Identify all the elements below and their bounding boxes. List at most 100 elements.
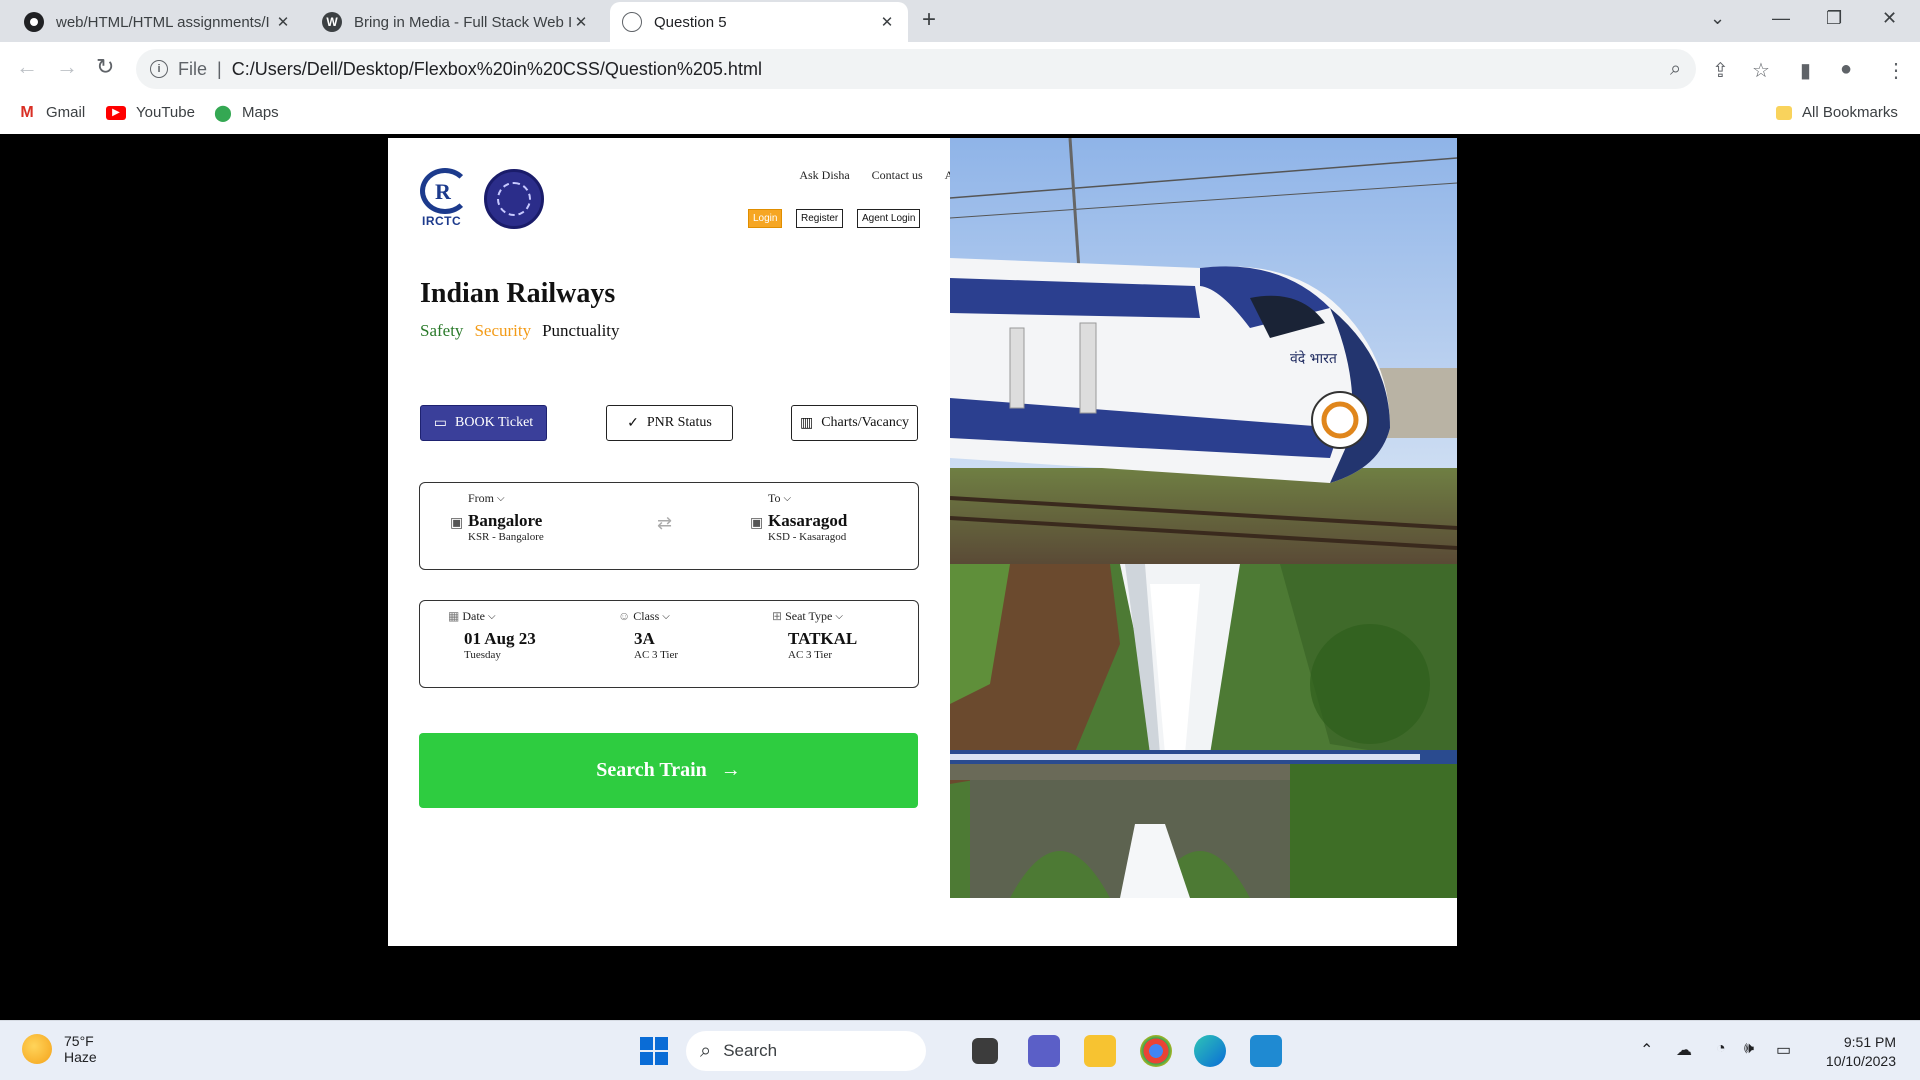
tab-github[interactable]: web/HTML/HTML assignments/I ✕ xyxy=(12,2,304,42)
bookmark-star-icon[interactable]: ☆ xyxy=(1752,58,1770,83)
clock-date: 10/10/2023 xyxy=(1825,1053,1896,1069)
chevron-up-icon[interactable]: ⌃ xyxy=(1640,1040,1653,1060)
maps-icon: ⬤ xyxy=(214,104,232,122)
share-icon[interactable]: ⇪ xyxy=(1712,58,1729,83)
vscode-icon[interactable] xyxy=(1250,1035,1282,1067)
wifi-icon[interactable]: ◔ xyxy=(1716,1040,1726,1058)
tab-question-5[interactable]: Question 5 ✕ xyxy=(610,2,908,42)
file-explorer-icon[interactable] xyxy=(1084,1035,1116,1067)
site-info-icon[interactable]: i xyxy=(150,60,168,78)
bookmark-label: Gmail xyxy=(46,104,86,121)
all-bookmarks-label: All Bookmarks xyxy=(1802,104,1898,121)
bookmark-gmail[interactable]: M Gmail xyxy=(18,104,86,122)
tab-bring-in-media[interactable]: W Bring in Media - Full Stack Web I ✕ xyxy=(310,2,602,42)
weather-condition: Haze xyxy=(64,1049,97,1065)
close-tab-icon[interactable]: ✕ xyxy=(878,13,896,31)
tagline: Safety Security Punctuality xyxy=(420,321,620,341)
profile-avatar-icon[interactable]: ● xyxy=(1840,58,1852,81)
close-tab-icon[interactable]: ✕ xyxy=(572,13,590,31)
temperature: 75°F xyxy=(64,1033,94,1049)
all-bookmarks[interactable]: All Bookmarks xyxy=(1776,104,1898,121)
route-card: ▣ From ⌵ Bangalore KSR - Bangalore ⇄ ▣ To… xyxy=(419,482,919,570)
date-value: 01 Aug 23 xyxy=(464,629,536,648)
pnr-status-label: PNR Status xyxy=(646,415,712,430)
seat-icon: ⊞ xyxy=(772,609,783,623)
tagline-security: Security xyxy=(474,321,532,340)
ticket-icon: ▭ xyxy=(433,415,448,431)
battery-icon[interactable]: ▭ xyxy=(1776,1040,1791,1060)
agent-login-button[interactable]: Agent Login xyxy=(857,209,921,228)
close-window-icon[interactable]: ✕ xyxy=(1882,8,1897,29)
book-ticket-button[interactable]: ▭ BOOK Ticket xyxy=(420,405,547,441)
windows-start-icon[interactable] xyxy=(638,1035,670,1067)
forward-icon[interactable]: → xyxy=(56,56,78,78)
seat-type-value: TATKAL xyxy=(788,629,858,648)
from-label: From xyxy=(468,491,495,505)
taskbar-search[interactable]: ⌕ Search xyxy=(686,1031,926,1071)
onedrive-icon[interactable]: ☁ xyxy=(1676,1040,1692,1060)
browser-toolbar: ← → ↻ i File | C:/Users/Dell/Desktop/Fle… xyxy=(0,42,1920,96)
link-ask-disha[interactable]: Ask Disha xyxy=(799,168,849,183)
reload-icon[interactable]: ↻ xyxy=(96,56,114,78)
link-contact-us[interactable]: Contact us xyxy=(872,168,923,183)
to-field[interactable]: To ⌵ Kasaragod KSD - Kasaragod xyxy=(768,491,847,543)
charts-vacancy-button[interactable]: ▥ Charts/Vacancy xyxy=(791,405,918,441)
chevron-down-icon: ⌵ xyxy=(783,493,792,504)
swap-icon[interactable]: ⇄ xyxy=(657,513,672,534)
seat-type-field[interactable]: ⊞ Seat Type ⌵ TATKAL AC 3 Tier xyxy=(772,609,857,661)
weather-widget[interactable]: 75°F Haze xyxy=(22,1033,97,1065)
register-button[interactable]: Register xyxy=(796,209,844,228)
seat-type-description: AC 3 Tier xyxy=(788,649,833,661)
tab-search-icon[interactable]: ⌄ xyxy=(1710,8,1725,29)
system-clock[interactable]: 9:51 PM 10/10/2023 xyxy=(1826,1033,1896,1071)
globe-icon xyxy=(622,12,642,32)
chrome-icon[interactable] xyxy=(1140,1035,1172,1067)
indian-railways-logo xyxy=(484,169,544,229)
class-description: AC 3 Tier xyxy=(634,649,679,661)
bookmark-youtube[interactable]: ▶ YouTube xyxy=(106,104,195,121)
minimize-icon[interactable]: — xyxy=(1772,8,1790,29)
bookmark-maps[interactable]: ⬤ Maps xyxy=(214,104,279,122)
search-train-button[interactable]: Search Train → xyxy=(419,733,918,808)
class-field[interactable]: ☺ Class ⌵ 3A AC 3 Tier xyxy=(618,609,678,661)
journey-details-card: ▦ Date ⌵ 01 Aug 23 Tuesday ☺ Class ⌵ 3A AC 3… xyxy=(419,600,919,688)
page-title: Indian Railways xyxy=(420,278,616,309)
search-icon: ⌕ xyxy=(700,1039,712,1062)
zoom-icon[interactable]: ⌕ xyxy=(1670,58,1681,81)
charts-vacancy-label: Charts/Vacancy xyxy=(821,415,910,430)
close-tab-icon[interactable]: ✕ xyxy=(274,13,292,31)
url-separator: | xyxy=(217,58,222,79)
from-station: Bangalore xyxy=(468,511,543,530)
tab-title: web/HTML/HTML assignments/I xyxy=(56,13,270,31)
back-icon[interactable]: ← xyxy=(16,56,38,78)
volume-icon[interactable]: 🕪 xyxy=(1744,1040,1754,1058)
side-panel-icon[interactable]: ▮ xyxy=(1800,58,1811,83)
date-field[interactable]: ▦ Date ⌵ 01 Aug 23 Tuesday xyxy=(448,609,536,661)
chevron-down-icon: ⌵ xyxy=(835,611,843,622)
clock-time: 9:51 PM xyxy=(1843,1034,1896,1050)
new-tab-icon[interactable]: + xyxy=(922,8,936,32)
arrow-right-icon: → xyxy=(720,759,741,781)
logo-group: R IRCTC xyxy=(418,168,544,230)
station-icon: ▣ xyxy=(450,516,464,531)
train-photo: वंदे भारत xyxy=(950,138,1457,564)
url-text: C:/Users/Dell/Desktop/Flexbox%20in%20CSS… xyxy=(231,58,762,79)
station-icon: ▣ xyxy=(750,516,764,531)
bookmark-label: YouTube xyxy=(136,104,195,121)
from-field[interactable]: From ⌵ Bangalore KSR - Bangalore xyxy=(468,491,544,543)
restore-icon[interactable]: ❐ xyxy=(1826,8,1842,29)
chart-icon: ▥ xyxy=(799,415,814,431)
github-icon xyxy=(24,12,44,32)
login-button[interactable]: Login xyxy=(748,209,783,228)
menu-icon[interactable]: ⋮ xyxy=(1886,58,1906,83)
task-view-icon[interactable] xyxy=(972,1038,998,1064)
address-bar[interactable]: i File | C:/Users/Dell/Desktop/Flexbox%2… xyxy=(136,49,1696,89)
chevron-down-icon: ⌵ xyxy=(497,493,505,504)
seat-type-label: Seat Type xyxy=(785,609,833,623)
edge-icon[interactable] xyxy=(1194,1035,1226,1067)
url-scheme: File xyxy=(178,58,208,79)
tab-strip: web/HTML/HTML assignments/I ✕ W Bring in… xyxy=(0,0,1920,42)
pnr-status-button[interactable]: ✓ PNR Status xyxy=(606,405,733,441)
teams-icon[interactable] xyxy=(1028,1035,1060,1067)
to-label: To xyxy=(768,491,781,505)
